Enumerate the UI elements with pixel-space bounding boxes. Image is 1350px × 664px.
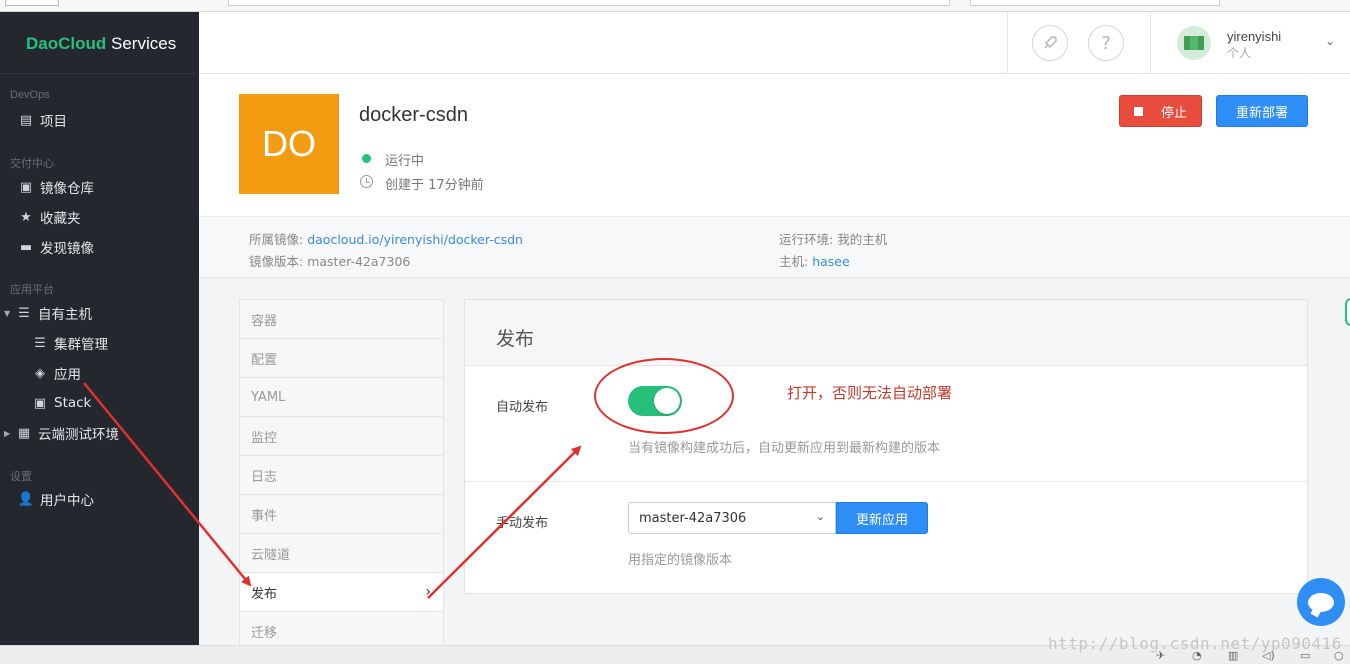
meta-version: 镜像版本: master-42a7306 xyxy=(249,254,411,269)
address-bar[interactable] xyxy=(228,0,950,6)
panel-title: 发布 xyxy=(496,328,535,350)
registry-icon: ▣ xyxy=(19,179,33,195)
stop-button[interactable]: 停止 xyxy=(1119,95,1202,127)
meta-env: 运行环境: 我的主机 xyxy=(779,232,888,247)
manual-publish-label: 手动发布 xyxy=(496,516,549,531)
section-title-delivery: 交付中心 xyxy=(10,158,54,170)
version-select[interactable]: master-42a7306 ⌄ xyxy=(628,502,836,534)
app-logo: DO xyxy=(239,94,339,194)
manual-publish-hint: 用指定的镜像版本 xyxy=(628,553,733,568)
tab-monitor[interactable]: 监控 xyxy=(240,417,443,456)
section-title-platform: 应用平台 xyxy=(10,284,54,296)
status-dot-icon xyxy=(362,154,371,163)
panel-header: 发布 xyxy=(465,300,1307,366)
tab-tunnel[interactable]: 云隧道 xyxy=(240,534,443,573)
browser-chrome xyxy=(0,0,1350,12)
divider xyxy=(465,481,1307,482)
tab-publish[interactable]: 发布 › xyxy=(240,573,443,612)
update-app-button[interactable]: 更新应用 xyxy=(836,502,928,534)
tab-logs[interactable]: 日志 xyxy=(240,456,443,495)
layers-icon: ◈ xyxy=(35,365,45,381)
created-time: 创建于 17分钟前 xyxy=(385,178,484,193)
browser-tab[interactable] xyxy=(5,0,59,6)
tab-containers[interactable]: 容器 xyxy=(240,300,443,339)
star-icon: ★ xyxy=(20,209,32,225)
user-type: 个人 xyxy=(1227,46,1252,60)
cluster-icon: ☰ xyxy=(34,335,46,351)
annotation-ellipse xyxy=(594,358,734,434)
app-meta: 所属镜像: daocloud.io/yirenyishi/docker-csdn… xyxy=(199,216,1350,278)
help-icon: ? xyxy=(1101,32,1111,54)
sidebar-item-favorites[interactable]: ★ 收藏夹 xyxy=(18,207,80,228)
divider xyxy=(1007,12,1008,73)
avatar-image xyxy=(1184,36,1204,50)
caret-down-icon[interactable]: ▼ xyxy=(4,309,10,318)
sidebar-item-own-hosts[interactable]: ☰ 自有主机 xyxy=(16,303,92,324)
image-link[interactable]: daocloud.io/yirenyishi/docker-csdn xyxy=(307,232,523,247)
rocket-icon xyxy=(1044,36,1057,49)
tab-yaml[interactable]: YAML xyxy=(240,378,443,417)
user-icon: 👤 xyxy=(17,491,35,507)
project-icon: ▤ xyxy=(19,112,33,128)
sidebar-item-projects[interactable]: ▤ 项目 xyxy=(18,110,67,131)
auto-publish-label: 自动发布 xyxy=(496,400,549,415)
redeploy-button[interactable]: 重新部署 xyxy=(1216,95,1308,127)
chat-icon xyxy=(1308,592,1334,612)
avatar[interactable] xyxy=(1177,26,1211,60)
watermark: http://blog.csdn.net/yp090416 xyxy=(1048,634,1342,653)
browser-search-bar[interactable] xyxy=(970,0,1220,6)
divider xyxy=(1150,12,1151,73)
stack-icon: ▣ xyxy=(33,395,47,411)
divider xyxy=(0,73,199,74)
sidebar-item-user-center[interactable]: 👤 用户中心 xyxy=(17,489,94,510)
app-tabs: 容器 配置 YAML 监控 日志 事件 云隧道 发布 › 迁移 xyxy=(239,299,444,652)
discover-icon: ▬ xyxy=(19,239,33,255)
tab-events[interactable]: 事件 xyxy=(240,495,443,534)
clock-icon xyxy=(360,175,373,188)
rocket-button[interactable] xyxy=(1032,25,1068,61)
sidebar: DaoCloud Services DevOps ▤ 项目 交付中心 ▣ 镜像仓… xyxy=(0,12,199,664)
app-name: docker-csdn xyxy=(359,104,468,126)
annotation-text: 打开，否则无法自动部署 xyxy=(787,384,953,402)
section-title-devops: DevOps xyxy=(10,89,50,101)
tab-config[interactable]: 配置 xyxy=(240,339,443,378)
user-name[interactable]: yirenyishi xyxy=(1227,29,1281,44)
chevron-down-icon: ⌄ xyxy=(815,510,825,523)
chevron-right-icon: › xyxy=(425,584,431,600)
chat-button[interactable] xyxy=(1297,578,1345,626)
top-header: ? yirenyishi 个人 ⌄ xyxy=(199,12,1350,74)
stop-icon xyxy=(1133,106,1143,116)
sidebar-item-stack[interactable]: ▣ Stack xyxy=(32,393,92,413)
meta-host: 主机: hasee xyxy=(779,254,850,269)
sidebar-item-registry[interactable]: ▣ 镜像仓库 xyxy=(18,177,94,198)
sidebar-item-apps[interactable]: ◈ 应用 xyxy=(32,363,81,384)
sidebar-item-cluster[interactable]: ☰ 集群管理 xyxy=(32,333,108,354)
brand-logo[interactable]: DaoCloud Services xyxy=(26,34,176,54)
host-link[interactable]: hasee xyxy=(812,254,849,269)
sidebar-item-cloud-test[interactable]: ▦ 云端测试环境 xyxy=(16,423,119,444)
publish-panel: 发布 自动发布 当有镜像构建成功后，自动更新应用到最新构建的版本 手动发布 ma… xyxy=(464,299,1308,594)
sidebar-item-discover[interactable]: ▬ 发现镜像 xyxy=(18,237,94,258)
section-title-settings: 设置 xyxy=(10,471,32,483)
host-icon: ☰ xyxy=(18,305,30,321)
app-header: DO docker-csdn 运行中 创建于 17分钟前 停止 重新部署 xyxy=(199,74,1350,216)
clipboard-icon: ▦ xyxy=(17,425,31,441)
app-status: 运行中 xyxy=(385,154,425,169)
help-button[interactable]: ? xyxy=(1088,25,1124,61)
caret-right-icon[interactable]: ▶ xyxy=(4,429,10,438)
side-widget[interactable] xyxy=(1345,298,1350,326)
chevron-down-icon[interactable]: ⌄ xyxy=(1325,34,1335,48)
meta-image: 所属镜像: daocloud.io/yirenyishi/docker-csdn xyxy=(249,232,523,247)
auto-publish-hint: 当有镜像构建成功后，自动更新应用到最新构建的版本 xyxy=(628,441,941,456)
